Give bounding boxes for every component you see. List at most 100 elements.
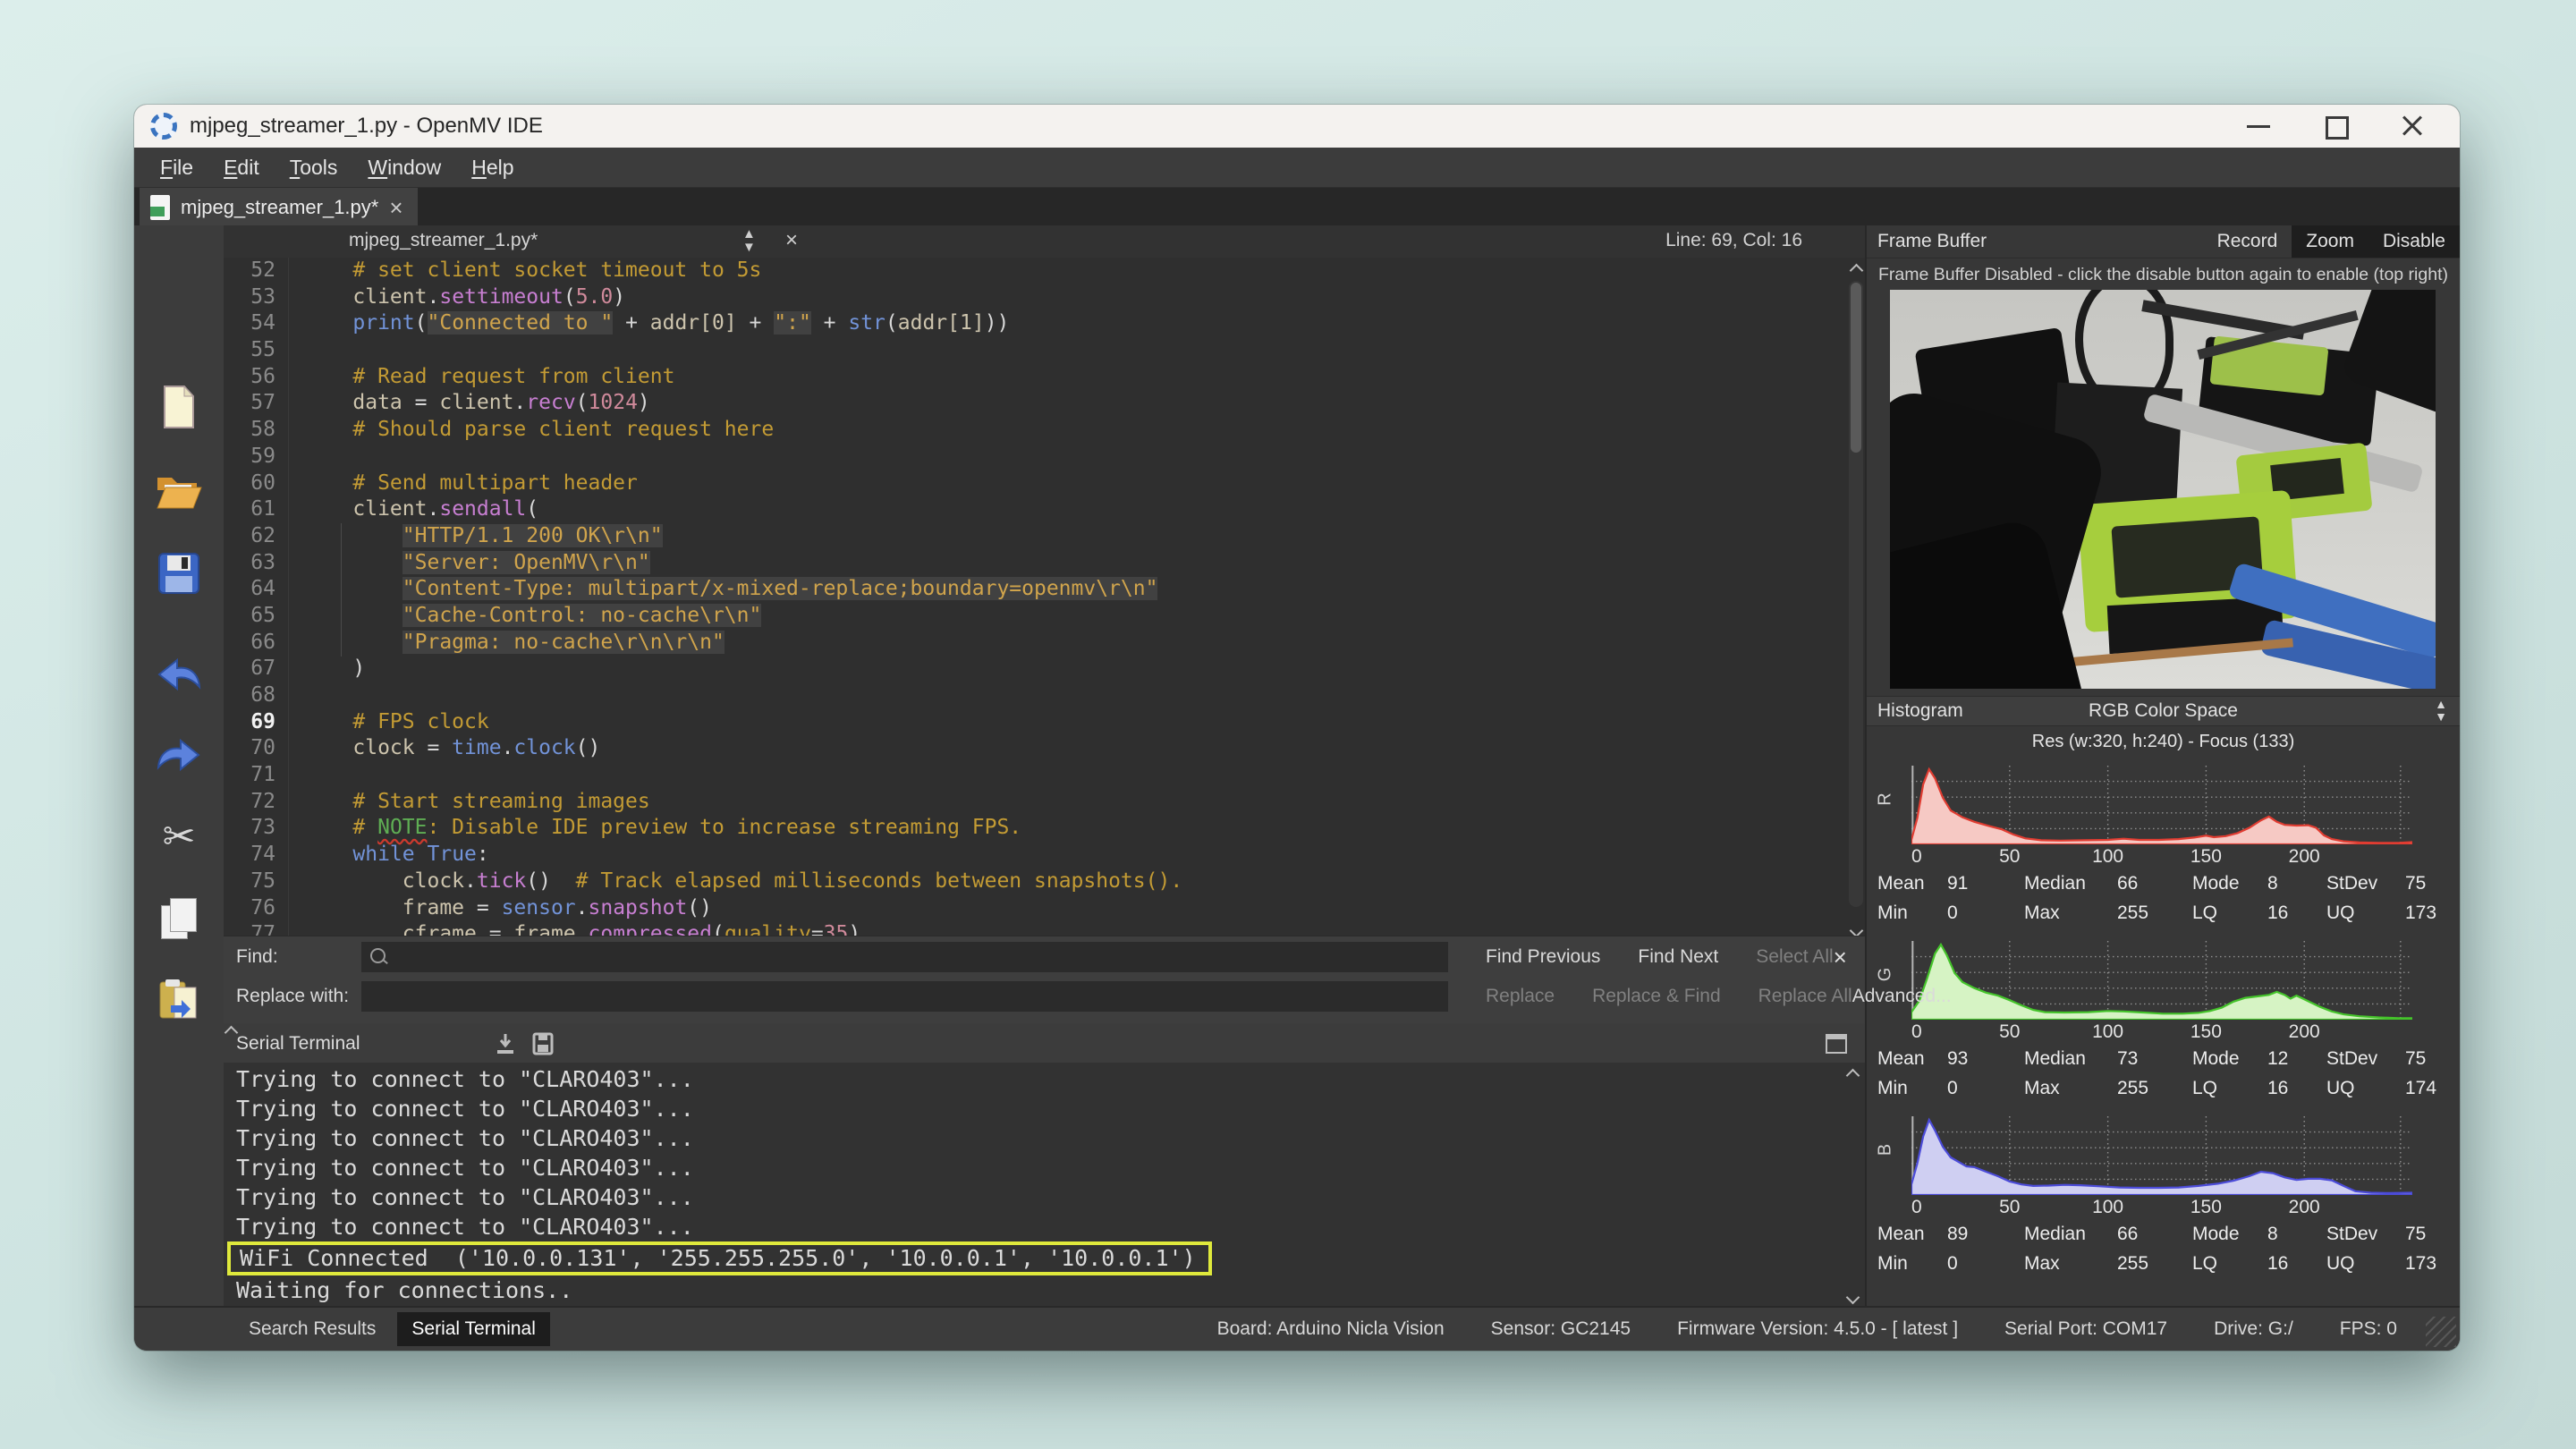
serial-scroll-down-icon[interactable] (1845, 1288, 1860, 1302)
find-previous-button[interactable]: Find Previous (1486, 946, 1600, 968)
serial-line: WiFi Connected ('10.0.0.131', '255.255.2… (224, 1241, 1865, 1275)
stat-label: Min (1877, 1253, 1947, 1275)
editor-tab[interactable]: mjpeg_streamer_1.py* × (140, 188, 418, 226)
replace-input[interactable] (361, 981, 1448, 1012)
stat-value: 173 (2405, 1253, 2450, 1275)
code-editor[interactable]: 52 # set client socket timeout to 5s53 c… (224, 258, 1865, 948)
color-space-select[interactable]: RGB Color Space (1867, 700, 2460, 722)
frame-buffer-title: Frame Buffer (1867, 231, 2203, 252)
stat-label: Min (1877, 902, 1947, 924)
code-line: 75 clock.tick() # Track elapsed millisec… (224, 869, 1865, 895)
channel-axis-label: B (1876, 1135, 1896, 1165)
status-item: Board: Arduino Nicla Vision (1217, 1318, 1445, 1340)
find-input[interactable] (361, 942, 1448, 972)
save-log-icon[interactable] (532, 1032, 554, 1055)
window-controls (2245, 113, 2451, 140)
editor-breadcrumb-row: mjpeg_streamer_1.py* ▲▼ × Line: 69, Col:… (224, 225, 1865, 258)
menu-item-file[interactable]: File (145, 156, 208, 180)
open-document-selector[interactable]: mjpeg_streamer_1.py* (349, 230, 538, 251)
cut-button[interactable]: ✂ (163, 814, 196, 860)
save-icon (158, 553, 199, 594)
menu-item-edit[interactable]: Edit (208, 156, 275, 180)
maximize-icon[interactable] (2322, 113, 2349, 140)
histogram-channel-b: B050100150200Mean89Median66Mode8StDev75M… (1867, 1109, 2460, 1284)
stat-value: 89 (1947, 1224, 2024, 1245)
stat-value: 8 (2267, 873, 2326, 894)
editor-scrollbar[interactable] (1849, 281, 1863, 907)
advanced-button[interactable]: Advanced... (1852, 986, 1952, 1007)
open-file-button[interactable] (156, 469, 202, 514)
editor-scroll-up-icon[interactable] (1849, 261, 1863, 275)
stat-label: Max (2024, 902, 2117, 924)
code-line: 69 # FPS clock (224, 709, 1865, 736)
serial-terminal-output[interactable]: Trying to connect to "CLARO403"...Trying… (224, 1063, 1865, 1309)
serial-scroll-up-icon[interactable] (1845, 1066, 1860, 1080)
tab-close-icon[interactable]: × (389, 196, 402, 219)
close-icon[interactable] (2399, 113, 2426, 140)
stat-value: 75 (2405, 1224, 2450, 1245)
replace-all-button[interactable]: Replace All (1758, 986, 1852, 1007)
menu-item-window[interactable]: Window (352, 156, 456, 180)
editor-scroll-down-icon[interactable] (1849, 921, 1863, 936)
replace-label: Replace with: (224, 986, 361, 1007)
stat-value: 66 (2117, 1224, 2192, 1245)
serial-lines: Trying to connect to "CLARO403"...Trying… (224, 1064, 1865, 1305)
serial-line: Trying to connect to "CLARO403"... (224, 1064, 1865, 1094)
autoscroll-icon[interactable] (495, 1032, 516, 1055)
minimize-icon[interactable] (2245, 113, 2272, 140)
title-bar: mjpeg_streamer_1.py - OpenMV IDE (134, 105, 2460, 148)
scissors-icon: ✂ (163, 814, 196, 860)
stat-label: Mode (2192, 1048, 2267, 1070)
stat-value: 73 (2117, 1048, 2192, 1070)
stat-label: StDev (2326, 1224, 2405, 1245)
channel-axis-label: R (1876, 784, 1896, 815)
redo-button[interactable] (156, 737, 202, 779)
panel-maximize-icon[interactable] (1826, 1034, 1847, 1054)
zoom-button[interactable]: Zoom (2292, 225, 2368, 258)
menu-bar: FileEditToolsWindowHelp (134, 148, 2460, 188)
histogram-channel-g: G050100150200Mean93Median73Mode12StDev75… (1867, 934, 2460, 1109)
select-all-button[interactable]: Select All (1756, 946, 1833, 968)
frame-buffer-header: Frame Buffer Record Zoom Disable (1867, 225, 2460, 258)
find-next-button[interactable]: Find Next (1638, 946, 1718, 968)
channel-x-ticks: 050100150200 (1911, 1197, 2412, 1220)
disable-button[interactable]: Disable (2368, 225, 2460, 258)
serial-line: Trying to connect to "CLARO403"... (224, 1182, 1865, 1212)
stat-label: StDev (2326, 1048, 2405, 1070)
code-line: 65 "Cache-Control: no-cache\r\n" (224, 603, 1865, 630)
panel-collapse-icon[interactable] (1788, 1037, 1802, 1051)
find-close-icon[interactable]: × (1834, 944, 1847, 971)
status-tab-serial-terminal[interactable]: Serial Terminal (397, 1312, 550, 1346)
document-dropdown-icon[interactable]: ▲▼ (742, 227, 756, 254)
replace-and-find-button[interactable]: Replace & Find (1592, 986, 1721, 1007)
undo-icon (156, 657, 202, 694)
stat-label: Mode (2192, 873, 2267, 894)
stat-value: 255 (2117, 902, 2192, 924)
record-button[interactable]: Record (2203, 225, 2292, 258)
serial-line: Trying to connect to "CLARO403"... (224, 1212, 1865, 1241)
stat-value: 16 (2267, 902, 2326, 924)
serial-terminal-header: Serial Terminal (224, 1022, 1865, 1063)
resize-grip[interactable] (2426, 1317, 2456, 1347)
paste-button[interactable] (158, 979, 199, 1026)
status-tab-search-results[interactable]: Search Results (234, 1312, 390, 1346)
split-close-icon[interactable]: × (785, 228, 798, 253)
serial-line: Waiting for connections.. (224, 1275, 1865, 1305)
code-line: 67 ) (224, 656, 1865, 682)
menu-item-help[interactable]: Help (456, 156, 529, 180)
new-file-button[interactable] (161, 385, 197, 434)
app-window: mjpeg_streamer_1.py - OpenMV IDE FileEdi… (134, 105, 2460, 1351)
save-file-button[interactable] (158, 553, 199, 598)
stat-label: Mode (2192, 1224, 2267, 1245)
undo-button[interactable] (156, 657, 202, 699)
stat-value: 0 (1947, 1253, 2024, 1275)
replace-button[interactable]: Replace (1486, 986, 1555, 1007)
openmv-logo-icon (150, 113, 177, 140)
menu-item-tools[interactable]: Tools (275, 156, 353, 180)
color-space-dropdown-icon[interactable]: ▲▼ (2435, 698, 2447, 723)
status-item: Sensor: GC2145 (1491, 1318, 1631, 1340)
python-file-icon (150, 195, 170, 220)
cursor-position: Line: 69, Col: 16 (1665, 230, 1802, 251)
copy-button[interactable] (161, 898, 197, 939)
find-replace-bar: Find: Find Previous Find Next Select All… (224, 936, 1865, 1023)
